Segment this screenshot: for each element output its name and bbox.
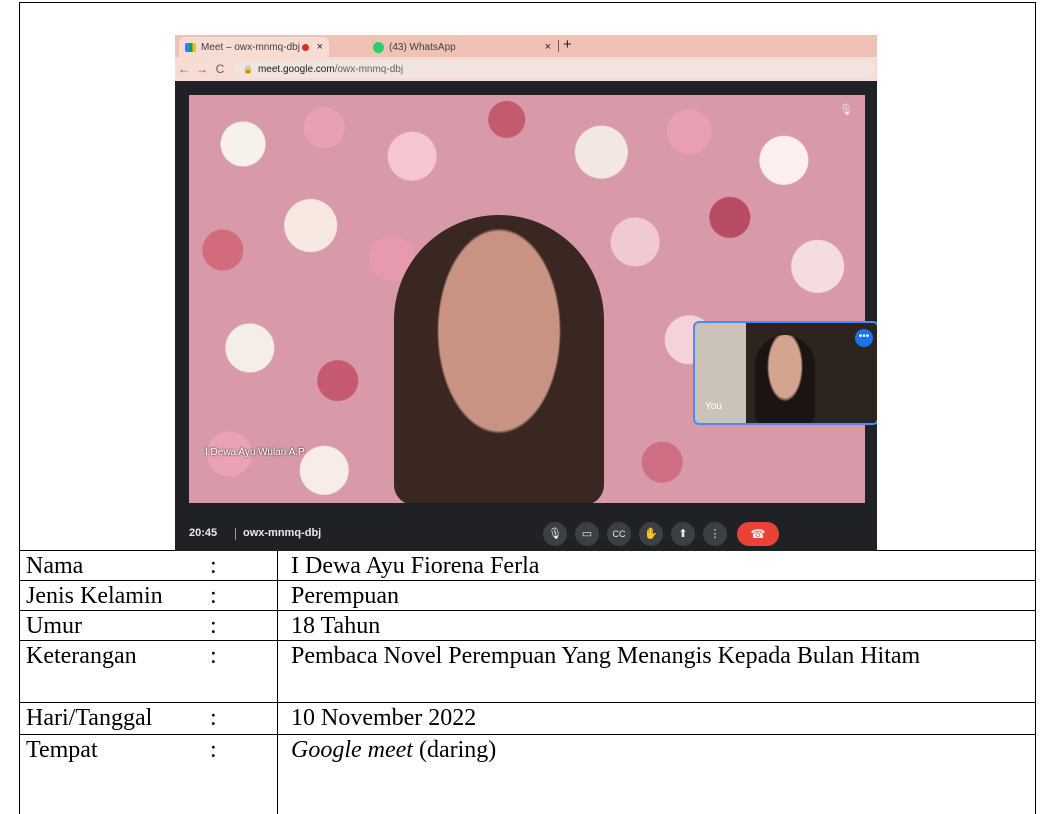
row-colon: : (210, 553, 217, 579)
row-label: Keterangan (26, 643, 137, 669)
mic-button[interactable]: 🎙 (543, 522, 567, 546)
self-label: You (705, 401, 722, 412)
table-row: Jenis Kelamin : Perempuan (20, 581, 1035, 611)
more-icon[interactable]: ••• (855, 329, 873, 347)
table-row: Hari/Tanggal : 10 November 2022 (20, 703, 1035, 735)
participant-video: I Dewa Ayu Wulan A.P 🎙 (189, 95, 865, 503)
row-colon: : (210, 613, 217, 639)
url-path: /owx-mnmq-dbj (334, 63, 404, 75)
meet-control-bar: 20:45 owx-mnmq-dbj 🎙 ▭ CC ✋ ⬆ ⋮ ☎ (175, 517, 877, 551)
url-input[interactable]: 🔒 meet.google.com/owx-mnmq-dbj (235, 60, 875, 78)
row-colon: : (210, 705, 217, 731)
captions-button[interactable]: CC (607, 522, 631, 546)
tab-meet[interactable]: Meet – owx-mnmq-dbj × (179, 37, 329, 57)
label-cell: Hari/Tanggal : (20, 703, 278, 734)
whatsapp-favicon-icon (373, 41, 384, 53)
reload-button[interactable]: C (211, 62, 229, 76)
row-label: Umur (26, 613, 82, 639)
meeting-clock: 20:45 (189, 527, 218, 539)
divider (235, 528, 236, 540)
label-cell: Tempat : (20, 735, 278, 814)
row-value-italic: Google meet (291, 737, 413, 763)
row-colon: : (210, 583, 217, 609)
meeting-code: owx-mnmq-dbj (243, 527, 322, 539)
participant-name: I Dewa Ayu Wulan A.P (205, 447, 305, 458)
tab-title: Meet – owx-mnmq-dbj (201, 41, 300, 53)
row-value: 10 November 2022 (291, 705, 477, 731)
row-colon: : (210, 643, 217, 669)
end-call-button[interactable]: ☎ (737, 522, 779, 546)
self-figure (755, 335, 815, 423)
browser-tab-bar: Meet – owx-mnmq-dbj × (43) WhatsApp × + (175, 35, 877, 57)
table-row: Nama : I Dewa Ayu Fiorena Ferla (20, 551, 1035, 581)
row-value: I Dewa Ayu Fiorena Ferla (291, 553, 540, 579)
meet-screenshot: Meet – owx-mnmq-dbj × (43) WhatsApp × + … (175, 35, 877, 551)
row-label: Hari/Tanggal (26, 705, 153, 731)
row-value-rest: (daring) (412, 737, 497, 763)
mic-off-icon: 🎙 (839, 104, 853, 116)
participant-figure (394, 215, 604, 503)
row-label: Nama (26, 553, 84, 579)
tab-whatsapp[interactable]: (43) WhatsApp × (367, 37, 557, 57)
label-cell: Nama : (20, 551, 278, 580)
address-bar: ← → C 🔒 meet.google.com/owx-mnmq-dbj (175, 57, 877, 81)
lock-icon: 🔒 (243, 64, 253, 74)
self-view-tile[interactable]: You ••• (693, 321, 877, 425)
meet-favicon-icon (185, 42, 196, 52)
photo-cell: Meet – owx-mnmq-dbj × (43) WhatsApp × + … (20, 3, 1035, 551)
row-label: Tempat (26, 737, 98, 763)
row-colon: : (210, 737, 217, 763)
close-icon[interactable]: × (545, 41, 551, 53)
label-cell: Jenis Kelamin : (20, 581, 278, 610)
url-host: meet.google.com (257, 63, 335, 75)
table-row: Umur : 18 Tahun (20, 611, 1035, 641)
raise-hand-button[interactable]: ✋ (639, 522, 663, 546)
back-button[interactable]: ← (175, 62, 193, 76)
row-label: Jenis Kelamin (26, 583, 163, 609)
new-tab-button[interactable]: + (563, 36, 572, 53)
present-button[interactable]: ⬆ (671, 522, 695, 546)
forward-button[interactable]: → (193, 62, 211, 76)
row-value: 18 Tahun (291, 613, 381, 639)
more-options-button[interactable]: ⋮ (703, 522, 727, 546)
tab-title: (43) WhatsApp (389, 41, 456, 53)
table-row: Tempat : Google meet (daring) (20, 735, 1035, 814)
camera-button[interactable]: ▭ (575, 522, 599, 546)
label-cell: Keterangan : (20, 641, 278, 702)
close-icon[interactable]: × (317, 41, 323, 53)
row-value: Perempuan (291, 583, 399, 609)
row-value: Pembaca Novel Perempuan Yang Menangis Ke… (291, 643, 921, 669)
row-value: Google meet (daring) (291, 735, 1027, 765)
recording-dot-icon (301, 43, 309, 51)
document-table: Meet – owx-mnmq-dbj × (43) WhatsApp × + … (19, 2, 1036, 814)
tab-divider (558, 40, 559, 52)
label-cell: Umur : (20, 611, 278, 640)
table-row: Keterangan : Pembaca Novel Perempuan Yan… (20, 641, 1035, 703)
